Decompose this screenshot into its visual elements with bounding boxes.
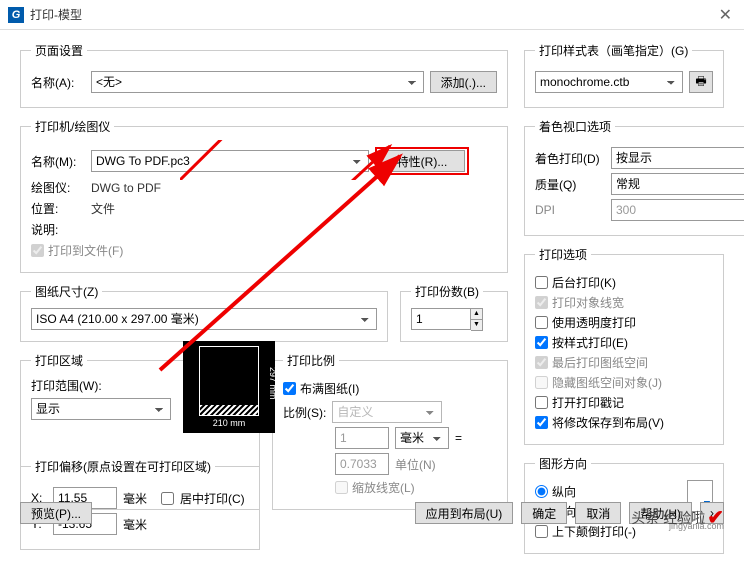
- printer-name-label: 名称(M):: [31, 153, 85, 170]
- desc-label: 说明:: [31, 221, 85, 238]
- scale-num2: [335, 453, 389, 475]
- quality-label: 质量(Q): [535, 176, 605, 193]
- quality-select[interactable]: 常规: [611, 173, 744, 195]
- style-group: 打印样式表（画笔指定）(G) monochrome.ctb 🖶: [524, 42, 724, 108]
- close-icon[interactable]: ✕: [715, 5, 736, 25]
- paper-preview: 210 mm: [183, 341, 275, 433]
- copies-up[interactable]: ▲: [471, 309, 482, 320]
- stamp-checkbox[interactable]: [535, 396, 548, 409]
- style-select[interactable]: monochrome.ctb: [535, 71, 683, 93]
- print-area-legend: 打印区域: [31, 352, 87, 369]
- dpi-label: DPI: [535, 203, 605, 217]
- printer-group: 打印机/绘图仪 名称(M): DWG To PDF.pc3 特性(R)... 绘…: [20, 118, 508, 273]
- scale-group: 打印比例 布满图纸(I) 比例(S):自定义 毫米= 单位(N) 缩放线宽(L): [272, 352, 508, 510]
- fit-checkbox[interactable]: [283, 382, 296, 395]
- shade-select[interactable]: 按显示: [611, 147, 744, 169]
- shade-group: 着色视口选项 着色打印(D) 按显示 质量(Q) 常规 DPI: [524, 118, 744, 236]
- dpi-input: [611, 199, 744, 221]
- ratio-select: 自定义: [332, 401, 442, 423]
- preview-button[interactable]: 预览(P)...: [20, 502, 92, 524]
- lw-checkbox: [535, 296, 548, 309]
- style-checkbox[interactable]: [535, 336, 548, 349]
- scale-legend: 打印比例: [283, 352, 339, 369]
- app-logo: G: [8, 7, 24, 23]
- style-legend: 打印样式表（画笔指定）(G): [535, 42, 692, 59]
- ratio-label: 比例(S):: [283, 404, 326, 421]
- add-button[interactable]: 添加(.)...: [430, 71, 497, 93]
- plotter-label: 绘图仪:: [31, 179, 85, 196]
- orientation-legend: 图形方向: [535, 455, 591, 472]
- watermark: 头条 经验啦✔ jingyanla.com: [631, 505, 724, 530]
- page-name-select[interactable]: <无>: [91, 71, 424, 93]
- upside-checkbox[interactable]: [535, 525, 548, 538]
- window-title: 打印-模型: [30, 6, 82, 23]
- scale-unit2: 单位(N): [395, 456, 436, 473]
- printer-legend: 打印机/绘图仪: [31, 118, 114, 135]
- trans-checkbox[interactable]: [535, 316, 548, 329]
- properties-highlight: 特性(R)...: [375, 147, 469, 175]
- scale-lw-label: 缩放线宽(L): [352, 479, 415, 496]
- scale-num1: [335, 427, 389, 449]
- ok-button[interactable]: 确定: [521, 502, 567, 524]
- paper-size-group: 图纸尺寸(Z) ISO A4 (210.00 x 297.00 毫米): [20, 283, 388, 342]
- page-setup-group: 页面设置 名称(A): <无> 添加(.)...: [20, 42, 508, 108]
- shade-legend: 着色视口选项: [535, 118, 615, 135]
- options-legend: 打印选项: [535, 246, 591, 263]
- paper-size-legend: 图纸尺寸(Z): [31, 283, 102, 300]
- print-to-file-label: 打印到文件(F): [48, 242, 123, 259]
- scale-lw-checkbox: [335, 481, 348, 494]
- paper-size-select[interactable]: ISO A4 (210.00 x 297.00 毫米): [31, 308, 377, 330]
- scale-unit1[interactable]: 毫米: [395, 427, 449, 449]
- copies-group: 打印份数(B) ▲▼: [400, 283, 508, 342]
- shade-label: 着色打印(D): [535, 150, 605, 167]
- plotter-value: DWG to PDF: [91, 181, 161, 195]
- offset-legend: 打印偏移(原点设置在可打印区域): [31, 458, 215, 475]
- printer-name-select[interactable]: DWG To PDF.pc3: [91, 150, 369, 172]
- copies-down[interactable]: ▼: [471, 320, 482, 330]
- page-setup-legend: 页面设置: [31, 42, 87, 59]
- print-to-file-checkbox: [31, 244, 44, 257]
- bg-checkbox[interactable]: [535, 276, 548, 289]
- cancel-button[interactable]: 取消: [575, 502, 621, 524]
- options-group: 打印选项 后台打印(K) 打印对象线宽 使用透明度打印 按样式打印(E) 最后打…: [524, 246, 724, 445]
- save-layout-checkbox[interactable]: [535, 416, 548, 429]
- fit-label: 布满图纸(I): [300, 380, 359, 397]
- location-label: 位置:: [31, 200, 85, 217]
- hideps-checkbox: [535, 376, 548, 389]
- copies-legend: 打印份数(B): [411, 283, 483, 300]
- apply-layout-button[interactable]: 应用到布局(U): [415, 502, 514, 524]
- portrait-radio[interactable]: [535, 485, 548, 498]
- range-select[interactable]: 显示: [31, 398, 171, 420]
- properties-button[interactable]: 特性(R)...: [379, 150, 465, 172]
- pslast-checkbox: [535, 356, 548, 369]
- location-value: 文件: [91, 200, 115, 217]
- copies-input[interactable]: [411, 308, 471, 330]
- style-edit-icon[interactable]: 🖶: [689, 71, 713, 93]
- page-name-label: 名称(A):: [31, 74, 85, 91]
